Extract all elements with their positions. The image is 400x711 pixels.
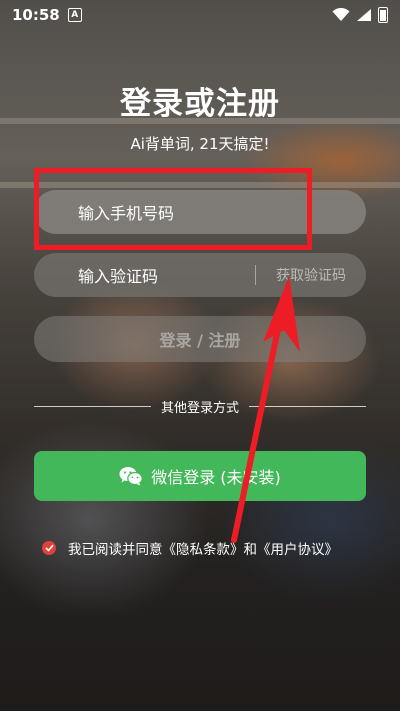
notification-app-icon: A [67,8,82,22]
get-code-button[interactable]: 获取验证码 [276,265,346,285]
page-title: 登录或注册 [120,86,280,122]
battery-icon [378,7,388,23]
page-subtitle: Ai背单词, 21天搞定! [130,135,270,153]
login-screen: 10:58 A 登录或注册 Ai背单词, 21天搞定! 输入手机号码 输入验证码… [0,0,400,711]
wechat-login-label: 微信登录 (未安装) [151,468,281,487]
divider-line-right [249,405,367,407]
login-register-button[interactable]: 登录 / 注册 [34,316,366,362]
check-icon [44,544,54,552]
annotation-highlight-box [34,168,312,250]
agreement-row: 我已阅读并同意 《隐私条款》 和 《用户协议》 [42,538,372,558]
user-agreement-link[interactable]: 《用户协议》 [257,538,338,558]
wechat-icon [119,467,144,486]
status-bar: 10:58 A [0,0,400,30]
signal-icon [357,9,371,21]
agreement-conjunction: 和 [243,542,258,558]
other-methods-divider: 其他登录方式 [34,396,367,416]
status-time: 10:58 [12,6,60,24]
code-input-placeholder: 输入验证码 [78,267,159,286]
verification-code-input[interactable]: 输入验证码 获取验证码 [34,253,366,297]
divider-line-left [34,405,151,407]
other-methods-label: 其他登录方式 [161,400,240,416]
status-icons [332,7,388,23]
agreement-prefix: 我已阅读并同意 [68,542,163,558]
agreement-checkbox[interactable] [42,541,56,555]
wechat-login-button[interactable]: 微信登录 (未安装) [34,451,366,501]
field-divider [255,265,256,285]
privacy-policy-link[interactable]: 《隐私条款》 [163,538,244,558]
wifi-icon [332,8,350,21]
